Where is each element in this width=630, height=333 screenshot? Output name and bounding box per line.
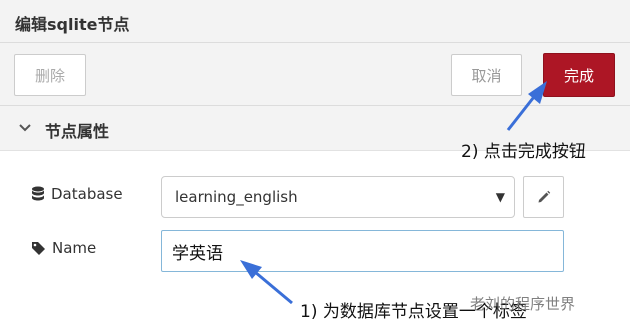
database-select-value: learning_english bbox=[175, 188, 298, 206]
tray-header: 编辑sqlite节点 bbox=[0, 0, 630, 43]
tag-icon bbox=[32, 241, 45, 255]
database-label-text: Database bbox=[51, 185, 123, 203]
caret-down-icon: ▼ bbox=[495, 190, 505, 204]
delete-button[interactable]: 删除 bbox=[14, 54, 86, 96]
cancel-button[interactable]: 取消 bbox=[451, 54, 522, 96]
tray-toolbar: 删除 取消 完成 bbox=[0, 43, 630, 106]
database-label: Database bbox=[31, 185, 123, 203]
name-input[interactable] bbox=[161, 230, 564, 272]
name-label: Name bbox=[31, 239, 96, 257]
pencil-icon bbox=[538, 190, 550, 203]
name-label-text: Name bbox=[52, 239, 97, 257]
database-icon bbox=[32, 186, 44, 201]
tray-title: 编辑sqlite节点 bbox=[15, 15, 130, 34]
annotation-done: 2) 点击完成按钮 bbox=[461, 142, 586, 162]
edit-database-button[interactable] bbox=[523, 176, 564, 218]
chevron-down-icon bbox=[19, 124, 31, 132]
watermark: 老刘的程序世界 bbox=[470, 295, 576, 313]
done-button[interactable]: 完成 bbox=[543, 53, 615, 97]
section-title: 节点属性 bbox=[45, 122, 110, 141]
database-select[interactable]: learning_english ▼ bbox=[161, 176, 515, 218]
